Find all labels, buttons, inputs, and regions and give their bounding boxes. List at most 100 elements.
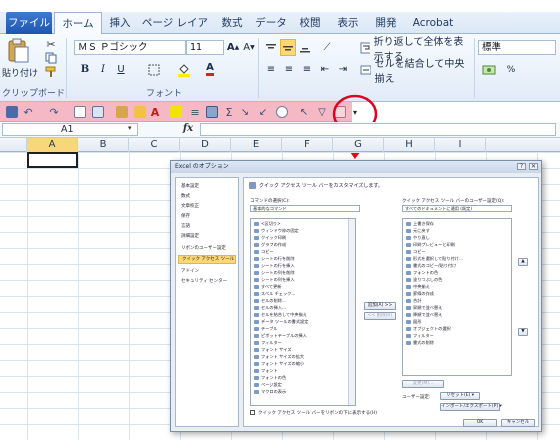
nav-general[interactable]: 基本設定: [178, 182, 236, 191]
choose-commands-select[interactable]: 基本的なコマンド: [250, 205, 360, 212]
font-color-icon[interactable]: A: [202, 62, 218, 77]
fill-color-icon[interactable]: [170, 106, 182, 118]
insert-function-button[interactable]: fx: [176, 123, 200, 136]
number-format-select[interactable]: 標準: [478, 40, 556, 55]
align-center-icon[interactable]: ≡: [282, 62, 296, 77]
command-item[interactable]: セルを結合して中央揃え: [253, 312, 307, 318]
bold-icon[interactable]: B: [78, 62, 92, 77]
cancel-button[interactable]: キャンセル: [501, 419, 535, 427]
copy-icon[interactable]: [44, 52, 58, 64]
nav-advanced[interactable]: 詳細設定: [178, 232, 236, 241]
import-export-button[interactable]: インポート/エクスポート(P) ▾: [440, 403, 502, 411]
paste-icon[interactable]: [6, 38, 30, 64]
name-box-dropdown-icon[interactable]: ▾: [128, 124, 132, 132]
command-item[interactable]: テーブル: [253, 326, 278, 332]
nav-add-ins[interactable]: アドイン: [178, 267, 236, 276]
nav-customize-ribbon[interactable]: リボンのユーザー設定: [178, 244, 236, 253]
remove-button[interactable]: << 削除(R): [364, 312, 396, 320]
command-item[interactable]: フィルター: [405, 333, 434, 339]
command-item[interactable]: やり直し: [405, 235, 430, 241]
tab-page-layout[interactable]: ページ レイアウト: [138, 12, 212, 51]
command-item[interactable]: フォント サイズ: [253, 347, 292, 353]
paste-button-label[interactable]: 貼り付け: [2, 66, 42, 79]
active-cell[interactable]: [27, 152, 78, 168]
command-item[interactable]: 合計: [405, 298, 421, 304]
border-icon[interactable]: [146, 62, 162, 77]
command-item[interactable]: スペル チェック...: [253, 291, 295, 297]
command-item[interactable]: 塗りつぶしの色: [405, 277, 442, 283]
nav-trust-center[interactable]: セキュリティ センター: [178, 277, 236, 286]
align-right-icon[interactable]: ≡: [300, 62, 314, 77]
underline-icon[interactable]: U: [114, 62, 128, 77]
command-item[interactable]: 書式の削除: [405, 340, 434, 346]
command-item[interactable]: データ ツールの書式設定: [253, 319, 308, 325]
help-button[interactable]: ?: [517, 163, 526, 170]
tab-acrobat[interactable]: Acrobat: [406, 12, 460, 34]
command-item[interactable]: シートの列を削除: [253, 270, 295, 276]
font-color-icon[interactable]: A: [148, 105, 162, 119]
command-item[interactable]: フォント サイズの縮小: [253, 361, 304, 367]
tab-data[interactable]: データ: [252, 12, 290, 34]
format-painter-icon[interactable]: [134, 106, 146, 118]
command-item[interactable]: シートの行を挿入: [253, 263, 295, 269]
name-box[interactable]: A1: [2, 123, 138, 136]
align-middle-icon[interactable]: [280, 39, 296, 56]
command-item[interactable]: 上書き保存: [405, 221, 434, 227]
command-item[interactable]: フォントの色: [405, 270, 438, 276]
column-header-f[interactable]: F: [282, 138, 333, 152]
tab-file[interactable]: ファイル: [6, 12, 52, 34]
customize-qat-select[interactable]: すべてのドキュメントに適用 (既定): [402, 205, 512, 212]
command-item[interactable]: ウィンドウ枠の固定: [253, 228, 299, 234]
decrease-indent-icon[interactable]: ⇤: [318, 62, 332, 77]
command-item[interactable]: 元に戻す: [405, 228, 430, 234]
nav-save[interactable]: 保存: [178, 212, 236, 221]
column-header-e[interactable]: E: [231, 138, 282, 152]
command-item[interactable]: 中央揃え: [405, 284, 430, 290]
available-commands-list[interactable]: <区切り> ウィンドウ枠の固定 クイック印刷 グラフの作成 コピー シートの行を削除 シート…: [250, 218, 356, 406]
command-item[interactable]: オブジェクトの選択: [405, 326, 451, 332]
currency-icon[interactable]: [480, 62, 498, 77]
command-item[interactable]: 印刷プレビューと印刷: [405, 242, 455, 248]
select-all-corner[interactable]: [0, 138, 27, 152]
paste-special-icon[interactable]: [116, 106, 128, 118]
nav-language[interactable]: 言語: [178, 222, 236, 231]
cut-icon[interactable]: ✂: [44, 38, 58, 50]
format-painter-icon[interactable]: [44, 66, 58, 78]
show-below-ribbon-checkbox[interactable]: [250, 410, 255, 415]
command-item[interactable]: シートの列を挿入: [253, 277, 295, 283]
increase-indent-icon[interactable]: ⇥: [336, 62, 350, 77]
command-item[interactable]: <区切り>: [253, 221, 281, 227]
tab-home[interactable]: ホーム: [54, 12, 102, 35]
tab-view[interactable]: 表示: [330, 12, 366, 34]
toolbar-commands-list[interactable]: 上書き保存 元に戻す やり直し 印刷プレビューと印刷 コピー 形式を選択して貼り付け...…: [402, 218, 512, 376]
shapes-icon[interactable]: [276, 106, 288, 118]
command-item[interactable]: 昇順で並べ替え: [405, 305, 442, 311]
command-item[interactable]: フォント サイズの拡大: [253, 354, 304, 360]
select-objects-icon[interactable]: ↖: [298, 105, 310, 119]
column-header-i[interactable]: I: [435, 138, 486, 152]
command-item[interactable]: コピー: [253, 249, 274, 255]
wrap-text-button[interactable]: 折り返して全体を表示する: [360, 37, 470, 63]
command-item[interactable]: クイック印刷: [253, 235, 286, 241]
modify-button[interactable]: 変更(M)...: [402, 380, 444, 388]
redo-icon[interactable]: ↷: [48, 105, 60, 119]
italic-icon[interactable]: I: [96, 62, 110, 77]
command-item[interactable]: 形式を選択して貼り付け...: [405, 256, 463, 262]
sum-icon[interactable]: Σ: [222, 105, 236, 119]
command-item[interactable]: シートの行を削除: [253, 256, 295, 262]
command-item[interactable]: すべて更新: [253, 284, 281, 290]
fill-color-icon[interactable]: [176, 62, 192, 77]
command-item[interactable]: コピー: [405, 249, 426, 255]
command-item[interactable]: グラフの作成: [253, 242, 286, 248]
command-item[interactable]: ページ設定: [253, 382, 282, 388]
column-header-g[interactable]: G: [333, 138, 384, 152]
percent-icon[interactable]: %: [504, 62, 518, 77]
command-item[interactable]: セルの挿入...: [253, 305, 286, 311]
command-item[interactable]: フィルター: [253, 340, 282, 346]
column-header-h[interactable]: H: [384, 138, 435, 152]
sort-descending-icon[interactable]: ↙: [256, 105, 270, 119]
merge-center-button[interactable]: セルを結合して中央揃え: [360, 59, 472, 85]
formula-input[interactable]: [200, 123, 556, 136]
command-item[interactable]: マクロの表示: [253, 389, 286, 395]
borders-icon[interactable]: [206, 106, 218, 118]
